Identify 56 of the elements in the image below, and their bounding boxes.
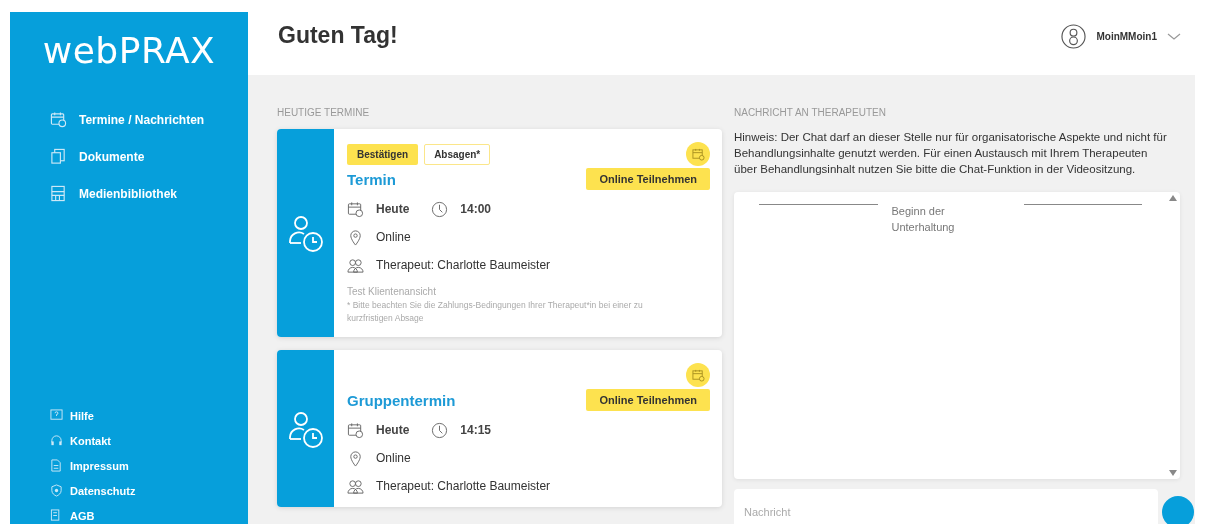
calendar-export-button[interactable] bbox=[686, 363, 710, 387]
location-pin-icon bbox=[347, 449, 364, 467]
appointment-location: Online bbox=[376, 451, 411, 465]
chat-notice: Hinweis: Der Chat darf an dieser Stelle nur für organisatorische Aspekte und nicht für Behandlungsinhalte genutzt werden. Für einen Austausch mit Ihrem Therapeuten über Behandlungsinhalt nutzen Sie bitte die Chat-Funktion in der Videositzung. bbox=[734, 130, 1168, 177]
section-heading: HEUTIGE TERMINE bbox=[277, 107, 371, 118]
therapist-name: Therapeut: Charlotte Baumeister bbox=[376, 479, 551, 493]
footer-link[interactable]: Hilfe bbox=[50, 409, 248, 422]
user-name[interactable]: MoinMMoin1 bbox=[1096, 31, 1157, 42]
logo[interactable]: webPRAX bbox=[10, 30, 248, 71]
appointment-time: 14:00 bbox=[460, 202, 492, 216]
clock-icon bbox=[431, 200, 449, 218]
appointment-date: Heute bbox=[376, 202, 410, 216]
greeting-title: Guten Tag! bbox=[278, 22, 398, 49]
footer-link[interactable]: Kontakt bbox=[50, 434, 248, 447]
nav-item[interactable]: Termine / Nachrichten bbox=[50, 111, 248, 128]
people-icon bbox=[347, 477, 364, 495]
cancel-button[interactable]: Absagen* bbox=[424, 143, 491, 165]
calendar-icon bbox=[347, 200, 364, 218]
payment-footnote: * Bitte beachten Sie die Zahlungs-Bedingungen Ihrer Therapeut*in bei einer zu kurzfristigen Absage bbox=[347, 299, 644, 325]
appointment-title: Termin bbox=[347, 170, 396, 188]
headset-icon bbox=[50, 434, 63, 447]
clock-icon bbox=[431, 421, 449, 439]
message-input-field[interactable]: Nachricht bbox=[734, 489, 1158, 524]
document-icon bbox=[50, 148, 67, 165]
calendar-icon bbox=[691, 368, 705, 382]
confirm-button[interactable]: Bestätigen bbox=[347, 143, 419, 165]
shield-icon bbox=[50, 484, 63, 497]
chevron-down-icon[interactable] bbox=[1167, 32, 1181, 41]
appointment-location: Online bbox=[376, 230, 411, 244]
nav-item[interactable]: Medienbibliothek bbox=[50, 185, 248, 202]
appointment-date: Heute bbox=[376, 423, 410, 437]
footer-link[interactable]: Datenschutz bbox=[50, 484, 248, 497]
calendar-icon bbox=[50, 111, 67, 128]
calendar-icon bbox=[347, 421, 364, 439]
scroll-down-arrow-icon[interactable] bbox=[1169, 470, 1177, 476]
appointment-time: 14:15 bbox=[460, 423, 492, 437]
calendar-icon bbox=[691, 147, 705, 161]
therapist-name: Therapeut: Charlotte Baumeister bbox=[376, 258, 551, 272]
send-button[interactable] bbox=[1162, 496, 1194, 524]
conversation-start-label: Beginn der Unterhaltung bbox=[891, 204, 956, 235]
join-online-button[interactable]: Online Teilnehmen bbox=[586, 389, 710, 411]
location-pin-icon bbox=[347, 228, 364, 246]
join-online-button[interactable]: Online Teilnehmen bbox=[586, 168, 710, 190]
appointment-title: Gruppentermin bbox=[347, 391, 456, 409]
media-library-icon bbox=[50, 185, 67, 202]
user-avatar-icon bbox=[1061, 24, 1087, 49]
section-heading: NACHRICHT AN THERAPEUTEN bbox=[734, 107, 887, 118]
help-icon bbox=[50, 409, 63, 422]
footer-link[interactable]: AGB bbox=[50, 509, 248, 522]
document-icon bbox=[50, 459, 63, 472]
nav-item[interactable]: Dokumente bbox=[50, 148, 248, 165]
people-icon bbox=[347, 256, 364, 274]
appointment-note: Test Klientenansicht bbox=[347, 286, 437, 297]
scroll-up-arrow-icon[interactable] bbox=[1169, 195, 1177, 201]
calendar-export-button[interactable] bbox=[686, 142, 710, 166]
footer-link[interactable]: Impressum bbox=[50, 459, 248, 472]
